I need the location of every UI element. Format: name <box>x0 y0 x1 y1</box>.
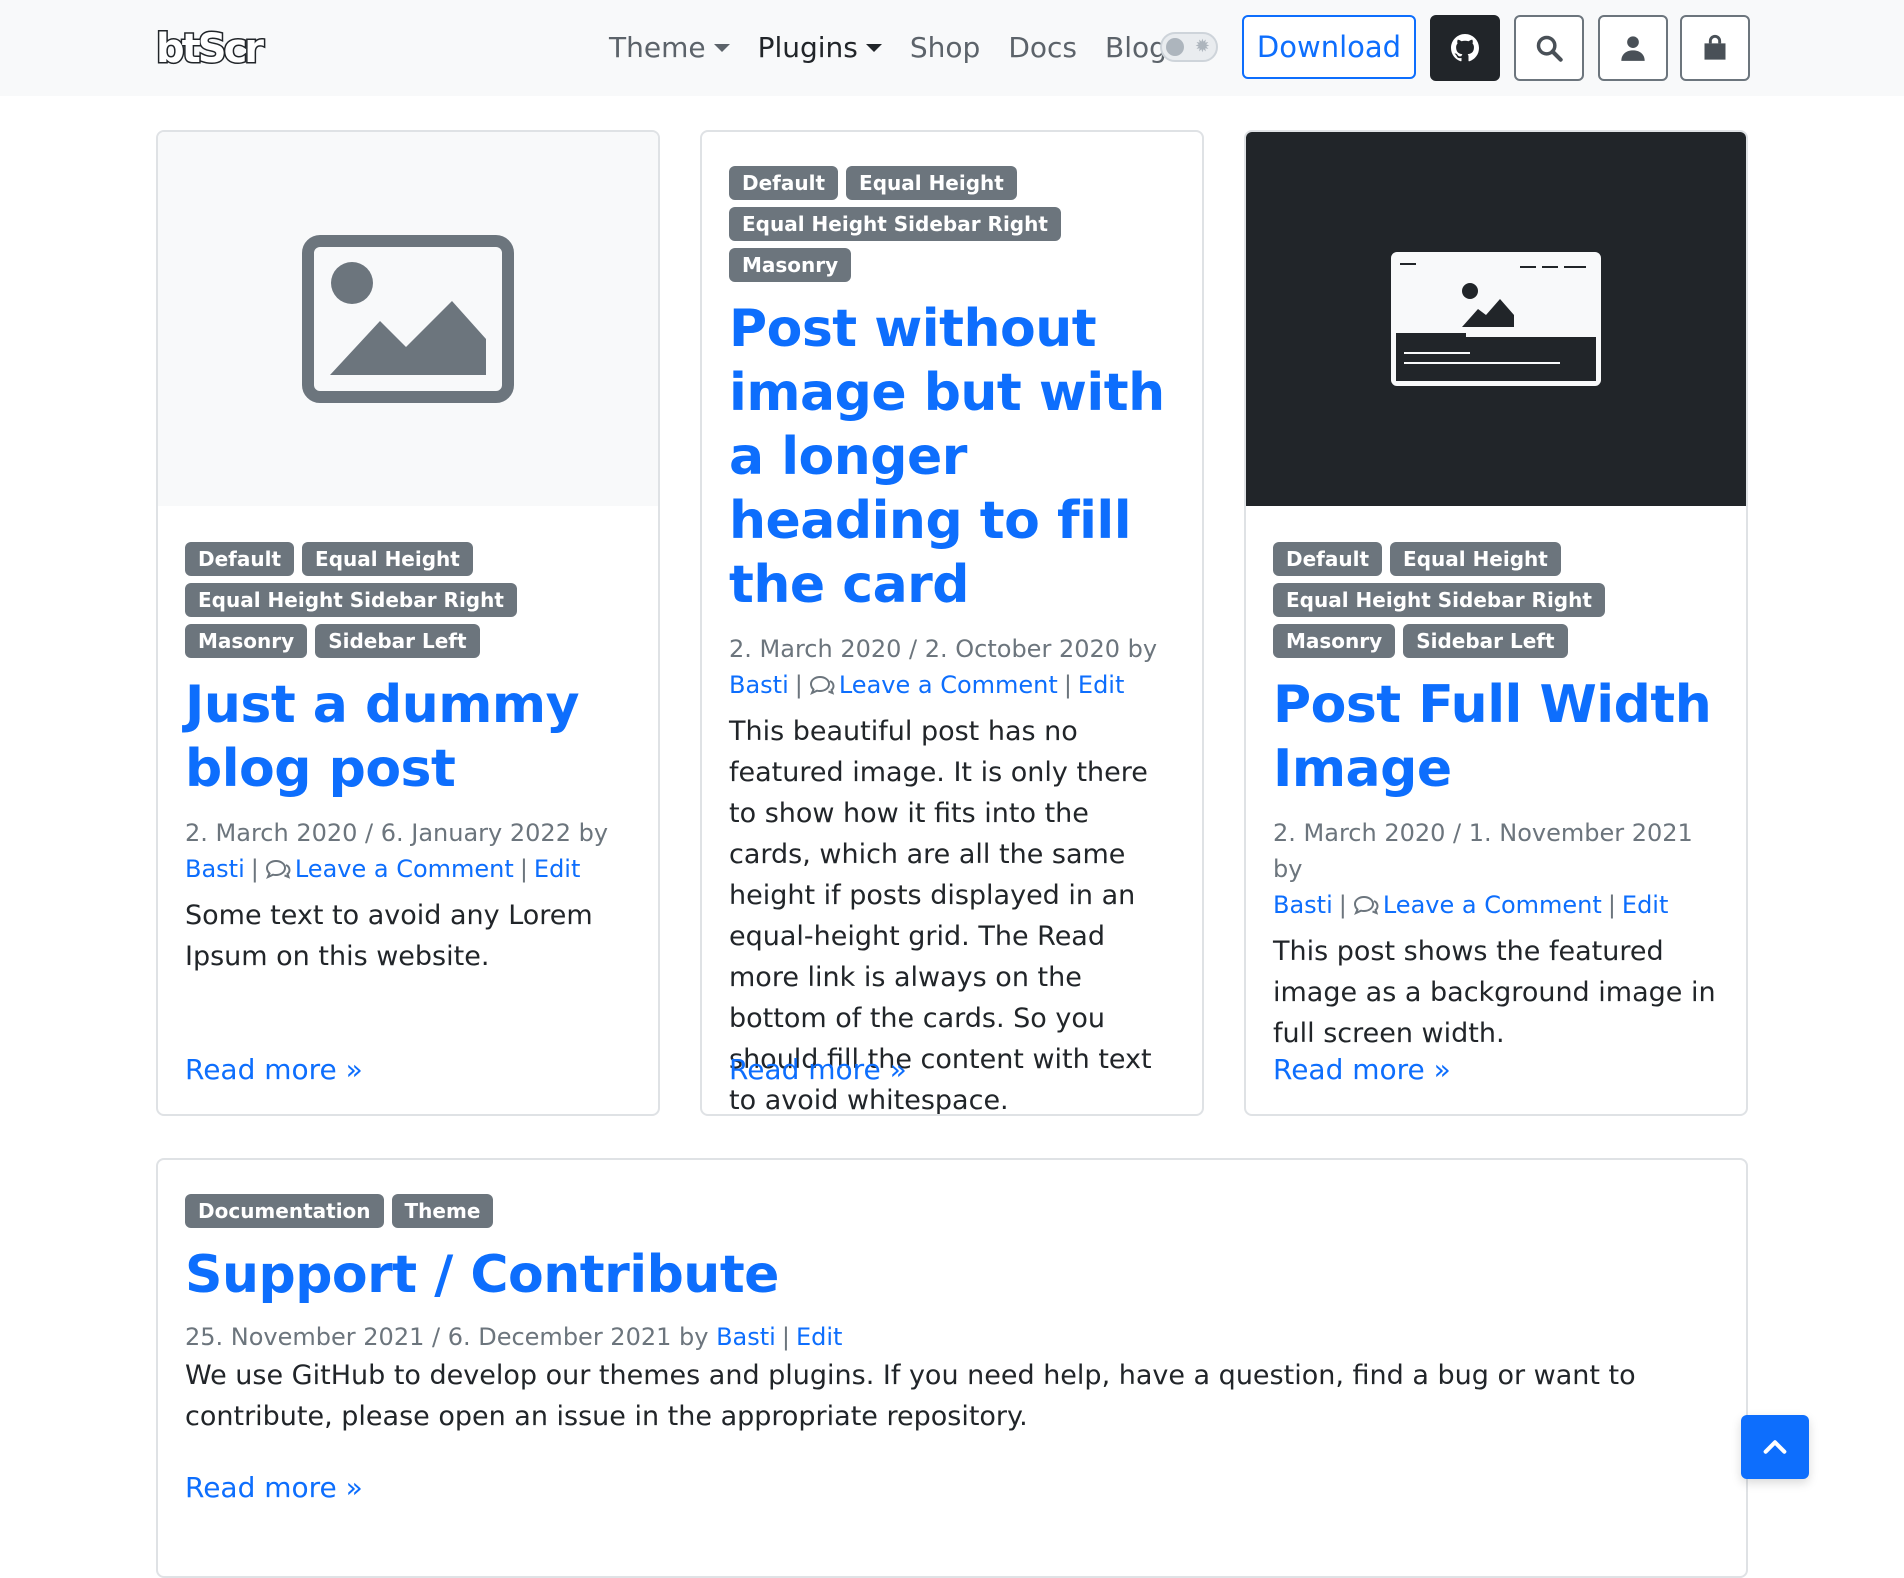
category-badges: Default Equal Height Equal Height Sideba… <box>1273 542 1719 665</box>
edit-link[interactable]: Edit <box>534 855 580 883</box>
category-badge[interactable]: Theme <box>391 1194 494 1228</box>
category-badge[interactable]: Sidebar Left <box>315 624 480 658</box>
category-badge[interactable]: Equal Height <box>1390 542 1561 576</box>
nav-item-shop[interactable]: Shop <box>910 28 980 68</box>
account-button[interactable] <box>1598 15 1668 81</box>
browser-window-icon <box>1391 252 1601 386</box>
user-icon <box>1621 36 1645 61</box>
nav-item-label: Plugins <box>757 31 858 64</box>
post-body: Default Equal Height Equal Height Sideba… <box>1273 542 1719 1054</box>
category-badges: Documentation Theme <box>185 1194 1719 1235</box>
leave-comment-link[interactable]: Leave a Comment <box>1383 891 1602 919</box>
post-title[interactable]: Post without image but with a longer hea… <box>729 297 1175 617</box>
post-dates: 2. March 2020 / 2. October 2020 by <box>729 635 1158 663</box>
caret-down-icon <box>713 44 730 52</box>
category-badge[interactable]: Sidebar Left <box>1403 624 1568 658</box>
chevron-up-icon <box>1763 1440 1787 1454</box>
post-image <box>158 132 658 506</box>
search-button[interactable] <box>1514 15 1584 81</box>
post-excerpt: This post shows the featured image as a … <box>1273 936 1716 1049</box>
sun-icon: ✹ <box>1194 36 1210 57</box>
search-icon <box>1536 35 1563 62</box>
dark-mode-toggle[interactable]: ✹ <box>1160 32 1218 62</box>
category-badges: Default Equal Height Equal Height Sideba… <box>185 542 631 665</box>
nav-item-label: Docs <box>1008 31 1077 64</box>
category-badge[interactable]: Equal Height Sidebar Right <box>185 583 517 617</box>
category-badge[interactable]: Masonry <box>185 624 308 658</box>
github-button[interactable] <box>1430 15 1500 81</box>
category-badge[interactable]: Equal Height Sidebar Right <box>1273 583 1605 617</box>
category-badge[interactable]: Default <box>1273 542 1383 576</box>
edit-link[interactable]: Edit <box>1622 891 1668 919</box>
github-icon <box>1451 34 1479 62</box>
category-badge[interactable]: Equal Height <box>846 166 1017 200</box>
nav-item-label: Blog <box>1105 31 1167 64</box>
placeholder-image-icon <box>302 235 514 403</box>
author-link[interactable]: Basti <box>716 1323 776 1351</box>
read-more-link[interactable]: Read more » <box>185 1470 363 1506</box>
post-card: Default Equal Height Equal Height Sideba… <box>156 130 660 1116</box>
post-meta: 2. March 2020 / 1. November 2021 by Bast… <box>1273 819 1693 919</box>
post-meta: 2. March 2020 / 6. January 2022 by Basti… <box>185 819 609 883</box>
post-image <box>1246 132 1746 506</box>
post-dates: 25. November 2021 / 6. December 2021 by <box>185 1323 709 1351</box>
cart-button[interactable] <box>1680 15 1750 81</box>
comments-icon <box>809 675 835 695</box>
post-excerpt: We use GitHub to develop our themes and … <box>185 1360 1636 1432</box>
leave-comment-link[interactable]: Leave a Comment <box>839 671 1058 699</box>
nav-item-label: Shop <box>909 31 981 64</box>
nav-item-label: Theme <box>609 31 706 64</box>
post-card: Default Equal Height Equal Height Sideba… <box>700 130 1204 1116</box>
nav-item-blog[interactable]: Blog <box>1105 28 1167 68</box>
nav-item-theme[interactable]: Theme <box>609 28 730 68</box>
read-more-link[interactable]: Read more » <box>1273 1052 1451 1088</box>
main-nav: Theme Plugins Shop Docs Blog <box>609 28 1195 68</box>
category-badge[interactable]: Masonry <box>729 248 852 282</box>
navbar: btScr Theme Plugins Shop Docs Blog ✹ Dow… <box>0 0 1904 96</box>
post-dates: 2. March 2020 / 6. January 2022 by <box>185 819 609 847</box>
author-link[interactable]: Basti <box>1273 891 1333 919</box>
post-title[interactable]: Just a dummy blog post <box>185 673 631 801</box>
post-card: Default Equal Height Equal Height Sideba… <box>1244 130 1748 1116</box>
post-title[interactable]: Post Full Width Image <box>1273 673 1719 801</box>
author-link[interactable]: Basti <box>185 855 245 883</box>
nav-item-docs[interactable]: Docs <box>1008 28 1077 68</box>
read-more-link[interactable]: Read more » <box>729 1052 907 1088</box>
toggle-knob <box>1166 38 1184 56</box>
bag-icon <box>1704 34 1726 60</box>
category-badge[interactable]: Equal Height Sidebar Right <box>729 207 1061 241</box>
post-title[interactable]: Support / Contribute <box>185 1243 1719 1307</box>
scroll-to-top-button[interactable] <box>1741 1415 1809 1479</box>
post-meta: 25. November 2021 / 6. December 2021 by … <box>185 1323 843 1351</box>
edit-link[interactable]: Edit <box>1078 671 1124 699</box>
leave-comment-link[interactable]: Leave a Comment <box>295 855 514 883</box>
site-logo[interactable]: btScr <box>155 25 286 74</box>
post-meta: 2. March 2020 / 2. October 2020 by Basti… <box>729 635 1158 699</box>
download-button[interactable]: Download <box>1242 15 1416 79</box>
post-body: Default Equal Height Equal Height Sideba… <box>729 166 1175 1114</box>
read-more-link[interactable]: Read more » <box>185 1052 363 1088</box>
category-badge[interactable]: Default <box>729 166 839 200</box>
caret-down-icon <box>865 44 882 52</box>
edit-link[interactable]: Edit <box>796 1323 842 1351</box>
nav-item-plugins[interactable]: Plugins <box>758 28 882 68</box>
post-body: Default Equal Height Equal Height Sideba… <box>185 542 631 977</box>
category-badge[interactable]: Default <box>185 542 295 576</box>
comments-icon <box>1353 895 1379 915</box>
post-excerpt: Some text to avoid any Lorem Ipsum on th… <box>185 900 593 972</box>
author-link[interactable]: Basti <box>729 671 789 699</box>
category-badge[interactable]: Masonry <box>1273 624 1396 658</box>
category-badge[interactable]: Equal Height <box>302 542 473 576</box>
category-badge[interactable]: Documentation <box>185 1194 384 1228</box>
post-dates: 2. March 2020 / 1. November 2021 by <box>1273 819 1693 883</box>
comments-icon <box>265 859 291 879</box>
post-body: Documentation Theme Support / Contribute… <box>185 1194 1719 1437</box>
category-badges: Default Equal Height Equal Height Sideba… <box>729 166 1175 289</box>
post-card-wide: Documentation Theme Support / Contribute… <box>156 1158 1748 1578</box>
